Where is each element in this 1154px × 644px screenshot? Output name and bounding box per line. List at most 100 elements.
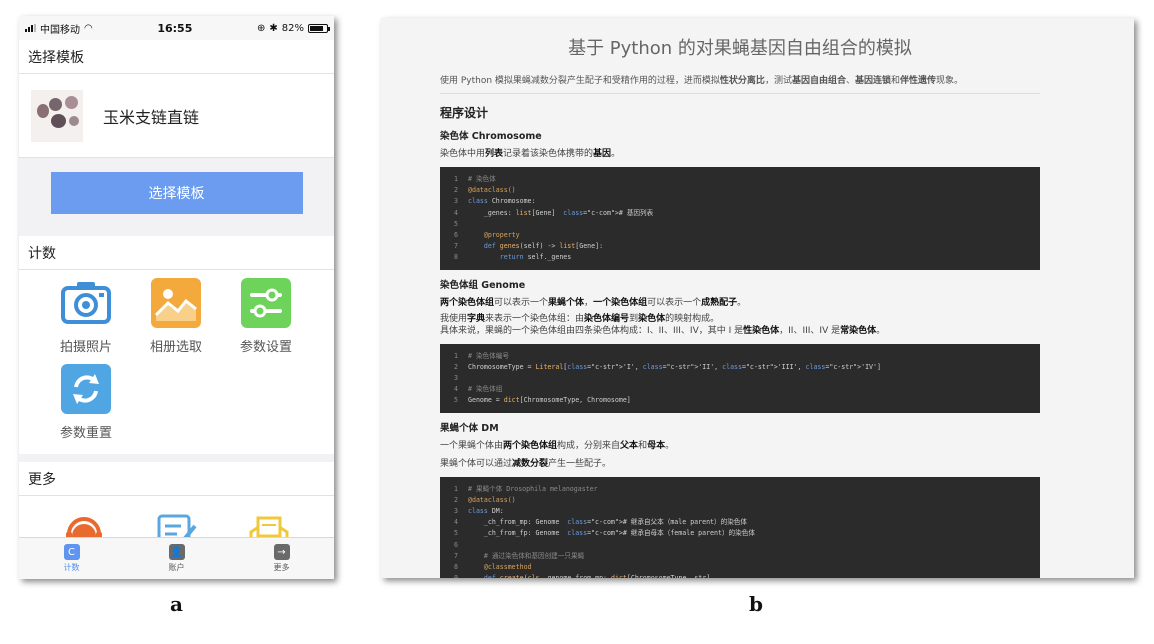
tab-more[interactable]: → 更多 bbox=[229, 538, 334, 579]
code-line: 1 # 染色体编号 bbox=[440, 351, 1040, 362]
more-section-title: 更多 bbox=[19, 462, 334, 496]
code-line: 3 class DM: bbox=[440, 506, 1040, 517]
line-number: 5 bbox=[454, 219, 458, 228]
line-number: 4 bbox=[454, 385, 458, 394]
text: 果蝇个体可以通过 bbox=[440, 458, 513, 469]
line-number: 2 bbox=[454, 495, 458, 504]
bold-text: 两个染色体组 bbox=[503, 440, 558, 451]
intro-bold: 伴性遗传 bbox=[900, 76, 937, 86]
code-text: ChromosomeType = Literal[class="c-str">'… bbox=[468, 362, 881, 371]
text: 染色体中用 bbox=[440, 149, 486, 159]
line-number: 3 bbox=[454, 374, 458, 383]
text: 。 bbox=[665, 440, 675, 451]
bold-text: 常染色体 bbox=[840, 325, 877, 336]
take-photo-label: 拍摄照片 bbox=[59, 340, 112, 355]
take-photo-tile[interactable]: 拍摄照片 bbox=[41, 278, 131, 364]
code-line: 4 _ch_from_mp: Genome class="c-com"># 继承… bbox=[440, 517, 1040, 528]
code-text: _ch_from_mp: Genome class="c-com"># 继承自父… bbox=[468, 518, 747, 527]
code-text: class DM: bbox=[468, 507, 504, 516]
genome-heading: 染色体组 Genome bbox=[440, 279, 526, 291]
section-heading: 程序设计 bbox=[440, 106, 489, 120]
intro-text: 和 bbox=[891, 76, 901, 86]
album-pick-tile[interactable]: 相册选取 bbox=[131, 278, 221, 364]
text: 产生一些配子。 bbox=[548, 458, 612, 469]
bold-text: 减数分裂 bbox=[512, 458, 549, 469]
select-template-button[interactable]: 选择模板 bbox=[50, 172, 303, 214]
text: 可以表示一个 bbox=[494, 297, 549, 308]
text: ， bbox=[584, 297, 594, 308]
code-line: 4 # 染色体组 bbox=[440, 384, 1040, 395]
line-number: 8 bbox=[454, 563, 458, 572]
line-number: 4 bbox=[454, 208, 458, 217]
bold-text: 列表 bbox=[485, 149, 504, 159]
code-text: @property bbox=[468, 231, 520, 240]
mobile-app-screenshot: 中国移动 ◠ 16:55 ⊕ ✱ 82% 选择模板 玉米支链直链 选择模板 计数… bbox=[19, 16, 334, 579]
bold-text: 基因 bbox=[593, 149, 612, 159]
code-text: # 染色体编号 bbox=[468, 351, 509, 360]
reset-arrows-icon bbox=[61, 364, 111, 414]
code-line: 8 return self._genes bbox=[440, 252, 1040, 263]
rotation-lock-icon: ⊕ bbox=[256, 22, 266, 34]
line-number: 2 bbox=[454, 362, 458, 371]
code-text: def genes(self) -> list[Gene]: bbox=[483, 242, 604, 251]
param-reset-tile[interactable]: 参数重置 bbox=[41, 364, 131, 450]
bold-text: 父本 bbox=[620, 440, 639, 451]
intro-bold: 性状分离比 bbox=[719, 76, 765, 86]
intro-text: 、 bbox=[845, 76, 855, 86]
param-settings-tile[interactable]: 参数设置 bbox=[221, 278, 311, 364]
bold-text: 母本 bbox=[647, 440, 666, 451]
text: 和 bbox=[638, 440, 648, 451]
line-number: 9 bbox=[440, 573, 458, 578]
code-text: # 染色体 bbox=[468, 175, 496, 183]
param-settings-label: 参数设置 bbox=[239, 340, 292, 355]
code-line: 2 @dataclass() bbox=[440, 185, 1040, 196]
code-text: @classmethod bbox=[468, 563, 532, 572]
line-number: 5 bbox=[454, 396, 458, 405]
line-number: 1 bbox=[454, 484, 458, 493]
text: 来表示一个染色体组：由 bbox=[485, 313, 585, 324]
camera-icon bbox=[61, 278, 111, 328]
text: 。 bbox=[876, 325, 886, 336]
dm-description-1: 一个果蝇个体由两个染色体组构成，分别来自父本和母本。 bbox=[440, 440, 1040, 452]
code-line: 2 ChromosomeType = Literal[class="c-str">… bbox=[440, 362, 1040, 373]
text: 具体来说，果蝇的一个染色体组由四条染色体构成：I、II、III、IV，其中 I … bbox=[440, 325, 744, 336]
battery-percent: 82% bbox=[281, 22, 304, 34]
chromosome-heading: 染色体 Chromosome bbox=[440, 131, 542, 142]
page-title: 基于 Python 的对果蝇基因自由组合的模拟 bbox=[568, 38, 912, 59]
text: 一个果蝇个体由 bbox=[440, 440, 504, 451]
bold-text: 成熟配子 bbox=[701, 297, 738, 308]
battery-icon bbox=[307, 23, 330, 33]
album-pick-label: 相册选取 bbox=[149, 340, 202, 355]
status-time: 16:55 bbox=[157, 21, 193, 35]
genome-code-block: 1 # 染色体编号 2 ChromosomeType = Literal[class=… bbox=[440, 343, 1040, 413]
code-text: # 染色体组 bbox=[468, 385, 503, 394]
template-name: 玉米支链直链 bbox=[103, 107, 200, 127]
status-bar: 中国移动 ◠ 16:55 ⊕ ✱ 82% bbox=[19, 16, 334, 40]
line-number: 2 bbox=[454, 186, 458, 195]
bold-text: 染色体编号 bbox=[584, 313, 630, 324]
code-text: def create(cls, genome_from_mp: dict[Chr… bbox=[468, 573, 714, 578]
code-line: 7 # 通过染色体和基因创建一只果蝇 bbox=[440, 551, 1040, 562]
figure: 中国移动 ◠ 16:55 ⊕ ✱ 82% 选择模板 玉米支链直链 选择模板 计数… bbox=[0, 0, 1154, 644]
button-area: 选择模板 bbox=[19, 158, 334, 228]
param-reset-label: 参数重置 bbox=[59, 426, 112, 441]
code-text: return self._genes bbox=[499, 253, 572, 262]
intro-text: 现象。 bbox=[936, 76, 964, 86]
code-line: 7 def genes(self) -> list[Gene]: bbox=[440, 241, 1040, 252]
code-text: @dataclass() bbox=[468, 186, 516, 195]
chromosome-code-block: 1 # 染色体 2 @dataclass() 3 class Chromosome: 4 _… bbox=[440, 167, 1040, 270]
dm-code-block: 1 # 果蝇个体 Drosophila melanogaster 2 @datacla… bbox=[440, 476, 1040, 578]
line-number: 8 bbox=[454, 253, 458, 262]
intro-bold: 基因自由组合 bbox=[791, 76, 846, 86]
account-tab-icon: 👤 bbox=[168, 544, 185, 560]
selected-template[interactable]: 玉米支链直链 bbox=[19, 74, 334, 158]
dm-description-2: 果蝇个体可以通过减数分裂产生一些配子。 bbox=[440, 458, 1040, 470]
tab-count-label: 计数 bbox=[63, 563, 80, 572]
line-number: 1 bbox=[454, 351, 458, 360]
document-content: 基于 Python 的对果蝇基因自由组合的模拟 使用 Python 模拟果蝇减数… bbox=[440, 18, 1040, 578]
code-line: 6 bbox=[440, 540, 1040, 551]
code-line: 5 Genome = dict[ChromosomeType, Chromosom… bbox=[440, 395, 1040, 406]
tab-count[interactable]: C 计数 bbox=[19, 538, 124, 579]
tab-account[interactable]: 👤 账户 bbox=[124, 538, 229, 579]
line-number: 4 bbox=[454, 518, 458, 527]
